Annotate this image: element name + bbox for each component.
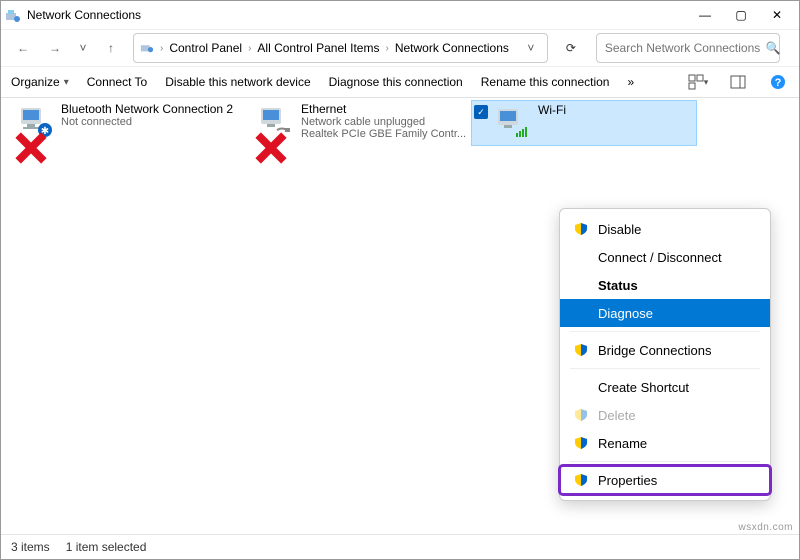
connect-to-button[interactable]: Connect To [87, 75, 148, 89]
refresh-button[interactable]: ⟳ [556, 34, 586, 62]
menu-bridge[interactable]: Bridge Connections [560, 336, 770, 364]
search-box[interactable]: 🔍 [596, 33, 780, 63]
menu-create-shortcut[interactable]: Create Shortcut [560, 373, 770, 401]
window-title: Network Connections [27, 8, 687, 22]
status-bar: 3 items 1 item selected [1, 534, 799, 559]
command-bar: Organize▾ Connect To Disable this networ… [1, 66, 799, 98]
shield-icon [574, 343, 588, 357]
shield-icon [574, 408, 588, 422]
connection-item-bluetooth[interactable]: ✱ Bluetooth Network Connection 2 Not con… [15, 102, 235, 142]
menu-rename[interactable]: Rename [560, 429, 770, 457]
menu-separator [570, 368, 760, 369]
menu-connect-disconnect[interactable]: Connect / Disconnect [560, 243, 770, 271]
preview-pane-button[interactable] [727, 71, 749, 93]
breadcrumb-item[interactable]: All Control Panel Items [257, 41, 379, 55]
close-button[interactable]: ✕ [759, 2, 795, 28]
svg-text:?: ? [775, 77, 782, 89]
disable-device-button[interactable]: Disable this network device [165, 75, 310, 89]
menu-delete: Delete [560, 401, 770, 429]
connection-text: Wi-Fi [538, 103, 566, 117]
forward-button[interactable]: → [41, 34, 69, 62]
titlebar: Network Connections — ▢ ✕ [1, 1, 799, 30]
chevron-right-icon: › [160, 43, 163, 54]
connection-text: Bluetooth Network Connection 2 Not conne… [61, 102, 233, 128]
back-button[interactable]: ← [9, 34, 37, 62]
navigation-bar: ← → ˅ ↑ › Control Panel › All Control Pa… [1, 30, 799, 66]
recent-locations-dropdown[interactable]: ˅ [73, 41, 93, 55]
rename-button[interactable]: Rename this connection [481, 75, 610, 89]
connection-item-ethernet[interactable]: Ethernet Network cable unplugged Realtek… [255, 102, 475, 142]
menu-diagnose[interactable]: Diagnose [560, 299, 770, 327]
context-menu: Disable Connect / Disconnect Status Diag… [559, 208, 771, 501]
menu-separator [570, 461, 760, 462]
maximize-button[interactable]: ▢ [723, 2, 759, 28]
breadcrumb-item[interactable]: Network Connections [395, 41, 509, 55]
view-options-button[interactable]: ▾ [687, 71, 709, 93]
up-button[interactable]: ↑ [97, 34, 125, 62]
minimize-button[interactable]: — [687, 2, 723, 28]
search-input[interactable] [603, 40, 762, 56]
connection-icon [492, 103, 532, 143]
shield-icon [574, 222, 588, 236]
breadcrumb[interactable]: › Control Panel › All Control Panel Item… [133, 33, 548, 63]
menu-disable[interactable]: Disable [560, 215, 770, 243]
connection-name: Bluetooth Network Connection 2 [61, 102, 233, 116]
app-icon [5, 7, 21, 23]
shield-icon [574, 436, 588, 450]
connection-icon [255, 102, 295, 142]
content-area[interactable]: ✱ Bluetooth Network Connection 2 Not con… [1, 98, 799, 534]
connection-detail: Realtek PCIe GBE Family Contr... [301, 128, 466, 140]
help-button[interactable]: ? [767, 71, 789, 93]
organize-menu[interactable]: Organize▾ [11, 75, 69, 89]
connection-name: Ethernet [301, 102, 466, 116]
menu-properties[interactable]: Properties [560, 466, 770, 494]
breadcrumb-dropdown[interactable]: ˅ [521, 41, 541, 55]
connection-status: Not connected [61, 116, 233, 128]
connection-text: Ethernet Network cable unplugged Realtek… [301, 102, 466, 140]
window-buttons: — ▢ ✕ [687, 2, 795, 28]
window: { "title": "Network Connections", "windo… [0, 0, 800, 560]
more-commands[interactable]: » [627, 75, 634, 89]
shield-icon [574, 473, 588, 487]
selection-count: 1 item selected [66, 540, 147, 554]
error-badge-icon [13, 130, 27, 144]
breadcrumb-icon [140, 40, 154, 57]
connection-item-wifi[interactable]: ✓ Wi-Fi [471, 100, 697, 146]
selection-check-icon: ✓ [474, 105, 488, 119]
search-icon[interactable]: 🔍 [766, 41, 781, 55]
menu-separator [570, 331, 760, 332]
connection-icon: ✱ [15, 102, 55, 142]
chevron-right-icon: › [248, 43, 251, 54]
error-badge-icon [253, 130, 267, 144]
connection-name: Wi-Fi [538, 103, 566, 117]
menu-status[interactable]: Status [560, 271, 770, 299]
chevron-right-icon: › [385, 43, 388, 54]
item-count: 3 items [11, 540, 50, 554]
watermark: wsxdn.com [738, 522, 793, 533]
breadcrumb-item[interactable]: Control Panel [169, 41, 242, 55]
diagnose-button[interactable]: Diagnose this connection [329, 75, 463, 89]
connection-status: Network cable unplugged [301, 116, 466, 128]
